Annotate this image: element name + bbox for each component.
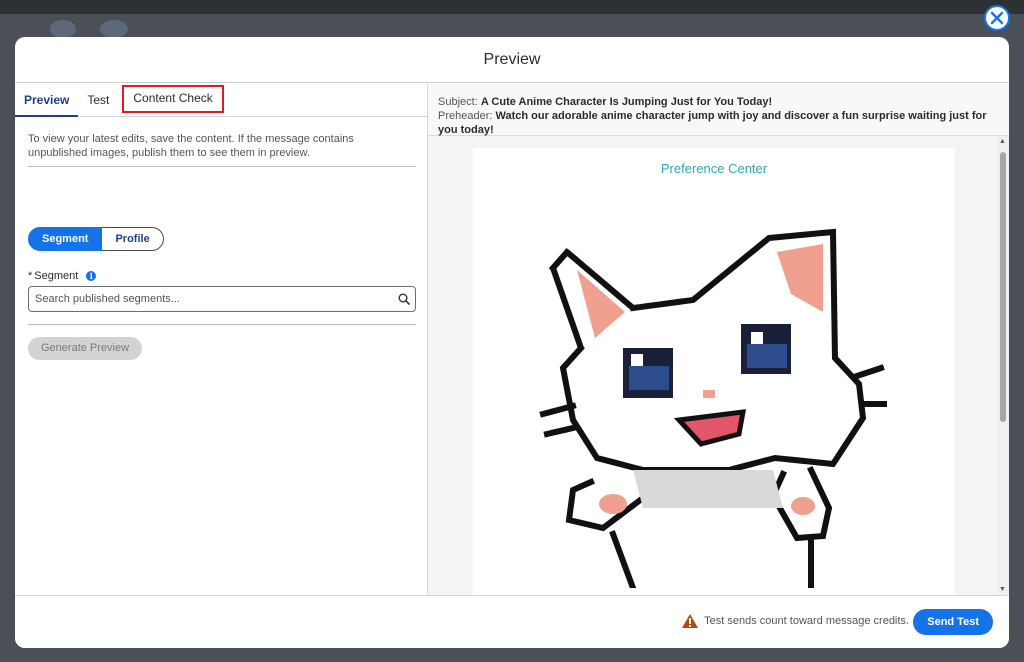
tab-preview[interactable]: Preview: [15, 84, 79, 117]
profile-toggle-button[interactable]: Profile: [102, 227, 164, 251]
preview-modal: Preview Preview Test Content Check To vi…: [15, 37, 1009, 648]
preheader-value: Watch our adorable anime character jump …: [438, 110, 987, 136]
preference-center-link[interactable]: Preference Center: [473, 161, 955, 176]
generate-preview-button[interactable]: Generate Preview: [28, 337, 143, 360]
email-content: Preference Center: [473, 148, 955, 595]
warning-icon: [682, 614, 699, 628]
source-toggle: Segment Profile: [28, 227, 164, 251]
preheader-line: Preheader: Watch our adorable anime char…: [438, 109, 999, 137]
subject-line: Subject: A Cute Anime Character Is Jumpi…: [438, 95, 999, 109]
preview-hint: To view your latest edits, save the cont…: [28, 132, 416, 167]
send-test-button[interactable]: Send Test: [913, 609, 993, 635]
message-meta: Subject: A Cute Anime Character Is Jumpi…: [428, 84, 1009, 136]
anime-cat-image: [533, 208, 893, 593]
info-icon[interactable]: i: [86, 271, 97, 281]
tab-content-check[interactable]: Content Check: [122, 85, 224, 113]
preview-scrollbar[interactable]: ▲ ▼: [997, 136, 1009, 595]
close-icon: [990, 11, 1004, 25]
segment-toggle-button[interactable]: Segment: [28, 227, 103, 251]
warning-text: Test sends count toward message credits.: [704, 615, 909, 627]
required-marker: *: [28, 270, 33, 282]
segment-search-input[interactable]: [29, 293, 393, 305]
modal-title: Preview: [483, 50, 541, 68]
left-pane: Preview Test Content Check To view your …: [15, 84, 428, 595]
tab-bar: Preview Test Content Check: [15, 84, 427, 117]
close-button[interactable]: [984, 5, 1010, 31]
scroll-down-icon[interactable]: ▼: [999, 586, 1006, 593]
modal-footer: Test sends count toward message credits.…: [15, 595, 1009, 648]
segment-label-text: Segment: [34, 270, 79, 282]
segment-field-label: * Segment i: [28, 270, 97, 282]
scroll-thumb[interactable]: [1000, 152, 1006, 422]
subject-value: A Cute Anime Character Is Jumping Just f…: [480, 96, 773, 108]
divider: [28, 324, 416, 325]
segment-search-box: [28, 286, 416, 312]
right-pane: Subject: A Cute Anime Character Is Jumpi…: [428, 84, 1009, 595]
scroll-up-icon[interactable]: ▲: [999, 138, 1006, 145]
email-preview-viewport[interactable]: Preference Center ▲ ▼: [428, 136, 1009, 595]
tab-test[interactable]: Test: [78, 84, 118, 116]
modal-header: Preview: [15, 37, 1009, 83]
credits-warning: Test sends count toward message credits.: [681, 613, 909, 629]
preheader-label: Preheader:: [438, 110, 493, 122]
search-icon[interactable]: [393, 293, 415, 305]
subject-label: Subject:: [438, 96, 478, 108]
